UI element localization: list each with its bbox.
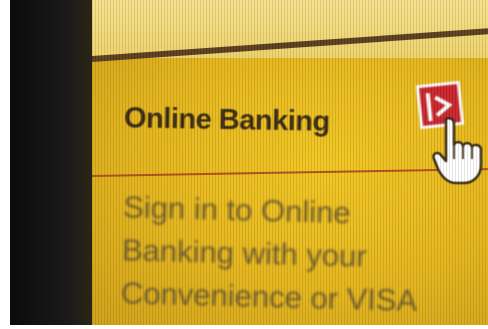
body-line: Convenience or VISA	[120, 275, 418, 319]
hand-pointer-icon	[432, 116, 483, 185]
monitor-photo: Online Banking Sign in to Online Banking…	[10, 0, 488, 325]
panel-divider	[92, 168, 488, 177]
monitor-bezel	[10, 0, 92, 325]
top-band	[92, 0, 488, 58]
panel-title: Online Banking	[123, 102, 330, 138]
screen-area: Online Banking Sign in to Online Banking…	[92, 0, 488, 325]
panel-body: Sign in to Online Banking with your Conv…	[120, 185, 483, 323]
